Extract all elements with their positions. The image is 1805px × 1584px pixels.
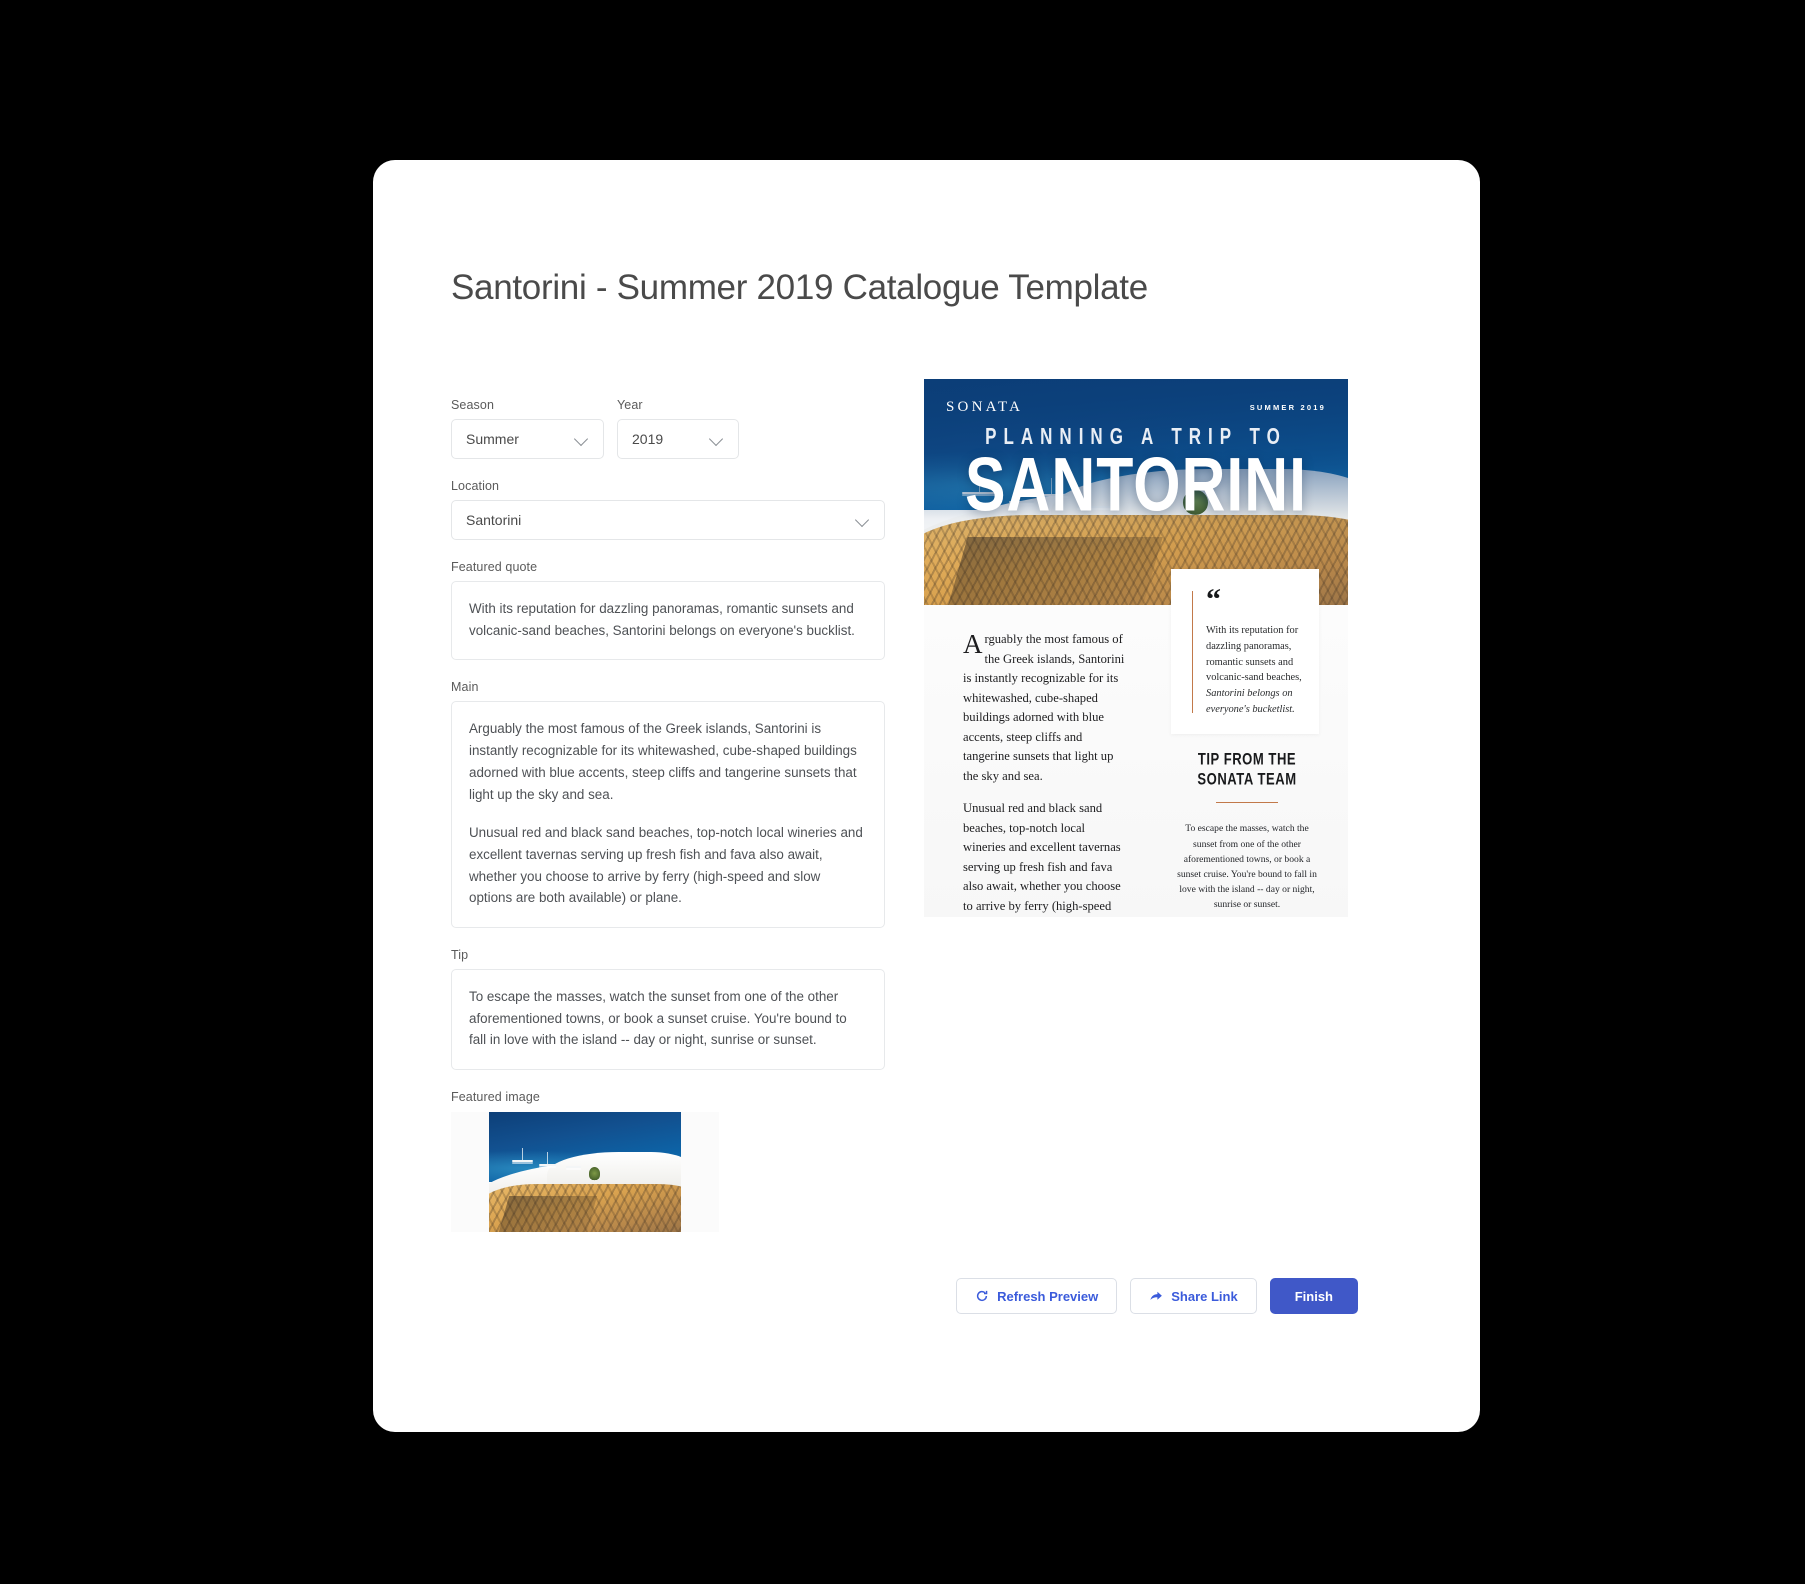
share-link-button[interactable]: Share Link: [1130, 1278, 1257, 1314]
location-select[interactable]: Santorini: [451, 500, 885, 540]
quote-accent-rule: [1192, 591, 1193, 713]
preview-tip-block: TIP FROM THE SONATA TEAM To escape the m…: [1177, 750, 1317, 912]
preview-quote-text: With its reputation for dazzling panoram…: [1206, 623, 1305, 718]
featured-image-thumbnail[interactable]: [451, 1112, 719, 1233]
preview-brand: SONATA: [946, 399, 1024, 415]
page-title: Santorini - Summer 2019 Catalogue Templa…: [451, 268, 1148, 307]
preview-tip-body: To escape the masses, watch the sunset f…: [1177, 823, 1317, 911]
season-select[interactable]: Summer: [451, 419, 604, 459]
share-link-label: Share Link: [1171, 1288, 1238, 1304]
featured-image-photo: [489, 1112, 681, 1233]
main-field-group: Main Arguably the most famous of the Gre…: [451, 680, 885, 929]
refresh-preview-button[interactable]: Refresh Preview: [956, 1278, 1118, 1314]
season-label: Season: [451, 398, 494, 412]
year-field-group: Year 2019: [617, 398, 739, 459]
location-value: Santorini: [466, 512, 522, 528]
preview-headline: SANTORINI: [965, 443, 1307, 528]
featured-quote-field-group: Featured quote With its reputation for d…: [451, 560, 885, 661]
preview-article-text: Arguably the most famous of the Greek is…: [963, 629, 1130, 917]
finish-label: Finish: [1294, 1288, 1333, 1304]
screen: Santorini - Summer 2019 Catalogue Templa…: [0, 0, 1805, 1584]
season-field-group: Season Summer: [451, 398, 604, 459]
preview-paragraph-2: Unusual red and black sand beaches, top-…: [963, 801, 1121, 913]
main-label: Main: [451, 680, 479, 695]
share-icon: [1149, 1289, 1163, 1303]
preview-tip-title: TIP FROM THE SONATA TEAM: [1197, 750, 1297, 789]
editor-form: Season Summer Year 2019 Location Santori…: [451, 398, 885, 1233]
main-paragraph-2: Unusual red and black sand beaches, top-…: [469, 825, 863, 906]
season-value: Summer: [466, 431, 519, 447]
tip-value: To escape the masses, watch the sunset f…: [469, 989, 847, 1048]
featured-quote-value: With its reputation for dazzling panoram…: [469, 601, 855, 638]
preview-paragraph-1: Arguably the most famous of the Greek is…: [963, 629, 1125, 783]
season-year-row: Season Summer Year 2019: [451, 398, 885, 459]
quote-part-2: Santorini belongs on everyone's bucketli…: [1206, 688, 1295, 716]
main-input[interactable]: Arguably the most famous of the Greek is…: [451, 701, 885, 929]
preview-quote-card: “ With its reputation for dazzling panor…: [1171, 569, 1319, 734]
preview-issue: SUMMER 2019: [1249, 403, 1326, 412]
featured-image-label: Featured image: [451, 1090, 540, 1105]
tip-input[interactable]: To escape the masses, watch the sunset f…: [451, 969, 885, 1071]
year-select[interactable]: 2019: [617, 419, 739, 459]
year-label: Year: [617, 398, 643, 412]
preview-body: Arguably the most famous of the Greek is…: [924, 569, 1348, 917]
quote-part-1: With its reputation for dazzling panoram…: [1206, 625, 1302, 684]
refresh-icon: [975, 1289, 989, 1303]
chevron-down-icon: [710, 432, 724, 446]
location-label: Location: [451, 479, 500, 493]
app-card: Santorini - Summer 2019 Catalogue Templa…: [373, 160, 1480, 1432]
featured-quote-input[interactable]: With its reputation for dazzling panoram…: [451, 581, 885, 661]
tip-accent-rule: [1216, 802, 1278, 804]
chevron-down-icon: [575, 432, 589, 446]
refresh-preview-label: Refresh Preview: [997, 1288, 1099, 1304]
location-field-group: Location Santorini: [451, 479, 885, 540]
featured-image-field-group: Featured image: [451, 1090, 885, 1233]
finish-button[interactable]: Finish: [1269, 1278, 1358, 1314]
chevron-down-icon: [856, 513, 870, 527]
catalogue-preview: SONATA SUMMER 2019 PLANNING A TRIP TO SA…: [924, 379, 1348, 917]
main-paragraph-1: Arguably the most famous of the Greek is…: [469, 721, 857, 802]
featured-quote-label: Featured quote: [451, 560, 538, 574]
quote-mark-icon: “: [1206, 583, 1221, 616]
tip-field-group: Tip To escape the masses, watch the suns…: [451, 948, 885, 1071]
year-value: 2019: [632, 431, 664, 447]
action-bar: Refresh Preview Share Link Finish: [924, 1278, 1358, 1314]
tip-label: Tip: [451, 948, 469, 963]
